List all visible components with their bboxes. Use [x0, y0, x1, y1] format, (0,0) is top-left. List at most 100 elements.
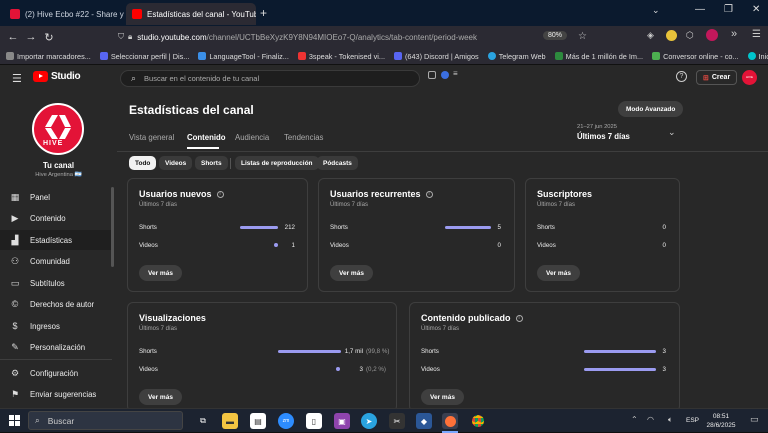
wifi-icon[interactable]: ◠ [647, 415, 654, 424]
extension-icon[interactable] [441, 71, 449, 79]
tab-overview[interactable]: Vista general [129, 133, 174, 142]
forward-icon[interactable]: → [22, 31, 40, 43]
create-button[interactable]: ⊞ Crear [696, 70, 738, 85]
sidebar-item-copyright[interactable]: © Derechos de autor [0, 294, 112, 314]
advanced-mode-button[interactable]: Modo Avanzado [618, 101, 684, 117]
chip-all[interactable]: Todo [129, 156, 157, 170]
row-label: Shorts [421, 348, 439, 355]
see-more-button[interactable]: Ver más [537, 265, 580, 281]
chip-videos[interactable]: Videos [159, 156, 193, 170]
help-icon[interactable]: ? [676, 71, 687, 82]
channel-avatar[interactable]: HIVE [32, 103, 84, 155]
row-value: 1 [291, 242, 295, 249]
app-icon[interactable]: ◆ [416, 413, 432, 429]
extension-icon[interactable]: ⬡ [686, 30, 694, 41]
notification-icon[interactable]: ▭ [750, 414, 759, 425]
card-published-content: Contenido publicado i Últimos 7 días Shor… [409, 302, 680, 412]
see-more-button[interactable]: Ver más [421, 389, 464, 405]
zoom-indicator[interactable]: 80% [543, 31, 568, 40]
sidebar-item-settings[interactable]: ⚙ Configuración [0, 363, 112, 383]
languagetool-icon [198, 52, 207, 60]
reload-icon[interactable]: ↻ [40, 31, 58, 44]
row-label: Videos [421, 366, 440, 373]
tab-audience[interactable]: Audiencia [235, 133, 269, 142]
sidebar-divider [0, 359, 112, 360]
lastpass-icon[interactable] [706, 29, 718, 41]
clock[interactable]: 08:51 28/6/2025 [704, 412, 738, 430]
hive-favicon-icon [10, 9, 20, 19]
capcut-icon[interactable]: ✂ [389, 413, 405, 429]
chip-shorts[interactable]: Shorts [195, 156, 228, 170]
document-icon[interactable]: ▯ [306, 413, 322, 429]
hamburger-menu-icon[interactable]: ☰ [12, 72, 22, 85]
search-icon: ⌕ [35, 415, 40, 425]
pocket-icon[interactable]: ◈ [647, 30, 654, 41]
chip-playlists[interactable]: Listas de reproducción [235, 156, 319, 170]
info-icon[interactable]: i [515, 314, 523, 322]
bookmark-item[interactable]: Más de 1 millón de Im... [554, 52, 643, 61]
close-window-icon[interactable]: ✕ [752, 4, 760, 15]
search-input[interactable]: ⌕ Buscar en el contenido de tu canal [120, 70, 420, 87]
telegram-icon [487, 52, 496, 60]
profile-icon[interactable] [666, 30, 677, 41]
tray-chevron-icon[interactable]: ⌃ [631, 415, 638, 424]
extension-icon[interactable] [428, 71, 436, 79]
sidebar-item-analytics[interactable]: ▟ Estadísticas [0, 230, 112, 250]
tab-content[interactable]: Contenido [187, 133, 226, 142]
chrome-icon[interactable] [470, 413, 486, 429]
bookmark-item[interactable]: (643) Discord | Amigos [394, 52, 479, 61]
task-view-icon[interactable]: ⧉ [195, 413, 211, 429]
list-icon[interactable]: ≡ [453, 69, 458, 78]
see-more-button[interactable]: Ver más [139, 265, 182, 281]
tab-trends[interactable]: Tendencias [284, 133, 323, 142]
overflow-chevron-icon[interactable]: » [731, 28, 737, 40]
info-icon[interactable]: i [216, 190, 224, 198]
see-more-button[interactable]: Ver más [139, 389, 182, 405]
tab-list-icon[interactable]: ⌄ [652, 5, 660, 16]
browser-tab-hive[interactable]: (2) Hive Ecbo #22 - Share your ✕ [4, 3, 124, 25]
card-title: Contenido publicado i [421, 313, 523, 323]
bookmark-item[interactable]: Conversor online - co... [652, 52, 739, 61]
new-tab-icon[interactable]: + [260, 6, 267, 20]
bookmark-item[interactable]: 3speak - Tokenised vi... [297, 52, 385, 61]
sidebar-item-content[interactable]: ▶ Contenido [0, 208, 112, 228]
notepad-icon[interactable]: ▤ [250, 413, 266, 429]
sidebar-scrollbar[interactable] [111, 187, 114, 267]
bookmark-item[interactable]: LanguageTool - Finaliz... [198, 52, 289, 61]
minimize-icon[interactable]: — [695, 4, 705, 15]
menu-icon[interactable]: ☰ [752, 29, 761, 40]
sidebar-item-customization[interactable]: ✎ Personalización [0, 337, 112, 357]
sidebar-item-feedback[interactable]: ⚑ Enviar sugerencias [0, 384, 112, 404]
firefox-icon[interactable] [442, 413, 458, 429]
bookmark-item[interactable]: Seleccionar perfil | Dis... [99, 52, 189, 61]
maximize-icon[interactable]: ❐ [724, 4, 733, 15]
language-indicator[interactable]: ESP [686, 417, 699, 424]
back-icon[interactable]: ← [4, 31, 22, 43]
volume-icon[interactable]: 🔈︎ [668, 415, 673, 425]
bookmark-item[interactable]: Importar marcadores... [6, 52, 91, 61]
bookmark-star-icon[interactable]: ☆ [578, 31, 587, 42]
row-value: 212 [284, 224, 295, 231]
url-bar[interactable]: ⛉ 🔒︎ studio.youtube.com /channel/UCTbBeX… [118, 29, 708, 45]
sidebar-item-panel[interactable]: ▦ Panel [0, 187, 112, 207]
chevron-down-icon[interactable]: ⌄ [668, 127, 676, 138]
chip-podcasts[interactable]: Pódcasts [317, 156, 358, 170]
file-explorer-icon[interactable]: ▬ [222, 413, 238, 429]
app-icon[interactable]: ▣ [334, 413, 350, 429]
telegram-icon[interactable]: ➤ [361, 413, 377, 429]
browser-tab-studio[interactable]: Estadísticas del canal - YouTube ✕ [126, 3, 256, 25]
windows-start-icon[interactable] [9, 415, 20, 426]
studio-logo[interactable]: Studio [33, 71, 81, 82]
sidebar-item-earn[interactable]: $ Ingresos [0, 316, 112, 336]
account-avatar[interactable]: HIVE [742, 70, 757, 85]
zoom-icon[interactable]: zm [278, 413, 294, 429]
sidebar-item-subtitles[interactable]: ▭ Subtítulos [0, 273, 112, 293]
bookmark-item[interactable]: Telegram Web [487, 52, 546, 61]
period-selector[interactable]: Últimos 7 días [577, 132, 630, 141]
bookmark-item[interactable]: Inicio - Canva [747, 52, 768, 61]
sidebar-item-community[interactable]: ⚇ Comunidad [0, 251, 112, 271]
row-value: 3 [359, 366, 363, 373]
info-icon[interactable]: i [425, 190, 433, 198]
see-more-button[interactable]: Ver más [330, 265, 373, 281]
taskbar-search[interactable]: ⌕ Buscar [28, 411, 183, 430]
